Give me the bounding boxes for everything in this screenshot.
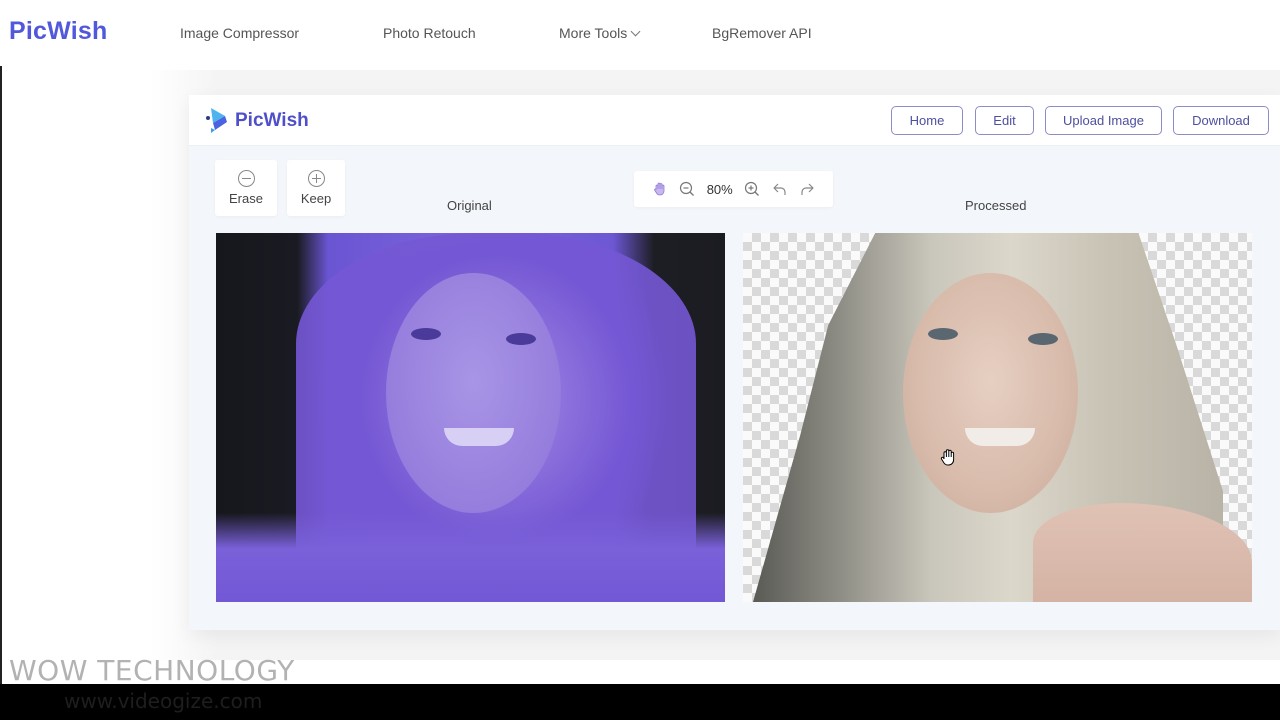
processed-pane-title: Processed — [965, 198, 1027, 213]
nav-image-compressor[interactable]: Image Compressor — [180, 25, 299, 41]
picwish-logo-icon — [206, 108, 227, 133]
redo-icon[interactable] — [799, 181, 815, 197]
keep-tool-button[interactable]: Keep — [287, 160, 345, 216]
watermark-url: www.videogize.com — [64, 689, 263, 713]
edit-button[interactable]: Edit — [975, 106, 1034, 135]
zoom-in-icon[interactable] — [744, 181, 760, 197]
original-eye-right — [506, 333, 536, 345]
original-face — [386, 273, 561, 513]
zoom-percent: 80% — [706, 181, 733, 197]
zoom-out-icon[interactable] — [679, 181, 695, 197]
editor-panel: PicWish Home Edit Upload Image Download … — [189, 95, 1280, 630]
nav-photo-retouch[interactable]: Photo Retouch — [383, 25, 476, 41]
download-button[interactable]: Download — [1173, 106, 1269, 135]
hand-cursor-icon — [940, 449, 955, 466]
site-logo[interactable]: PicWish — [9, 17, 107, 46]
nav-more-tools[interactable]: More Tools — [559, 25, 641, 41]
plus-circle-icon — [307, 170, 325, 187]
editor-logo-text: PicWish — [235, 110, 309, 131]
keep-label: Keep — [300, 191, 332, 206]
original-pane-title: Original — [447, 198, 492, 213]
home-button[interactable]: Home — [891, 106, 963, 135]
zoom-toolbar: 80% — [634, 171, 833, 207]
erase-label: Erase — [229, 191, 263, 206]
original-image[interactable] — [216, 233, 725, 602]
processed-image[interactable] — [743, 233, 1252, 602]
erase-tool-button[interactable]: Erase — [215, 160, 277, 216]
watermark-title: WOW TECHNOLOGY — [9, 654, 295, 687]
minus-circle-icon — [237, 170, 255, 187]
video-frame-edge — [0, 0, 2, 720]
upload-image-button[interactable]: Upload Image — [1045, 106, 1162, 135]
editor-header: PicWish Home Edit Upload Image Download — [189, 95, 1280, 146]
hand-icon[interactable] — [652, 181, 668, 197]
processed-eye-left — [928, 328, 958, 340]
processed-smile — [965, 428, 1035, 446]
original-shoulders — [216, 513, 725, 602]
site-nav: PicWish Image Compressor Photo Retouch M… — [0, 0, 1280, 66]
nav-bgremover-api[interactable]: BgRemover API — [712, 25, 812, 41]
processed-face — [903, 273, 1078, 513]
nav-more-tools-label: More Tools — [559, 25, 628, 41]
original-smile — [444, 428, 514, 446]
chevron-down-icon — [630, 26, 641, 37]
undo-icon[interactable] — [772, 181, 788, 197]
original-eye-left — [411, 328, 441, 340]
processed-eye-right — [1028, 333, 1058, 345]
